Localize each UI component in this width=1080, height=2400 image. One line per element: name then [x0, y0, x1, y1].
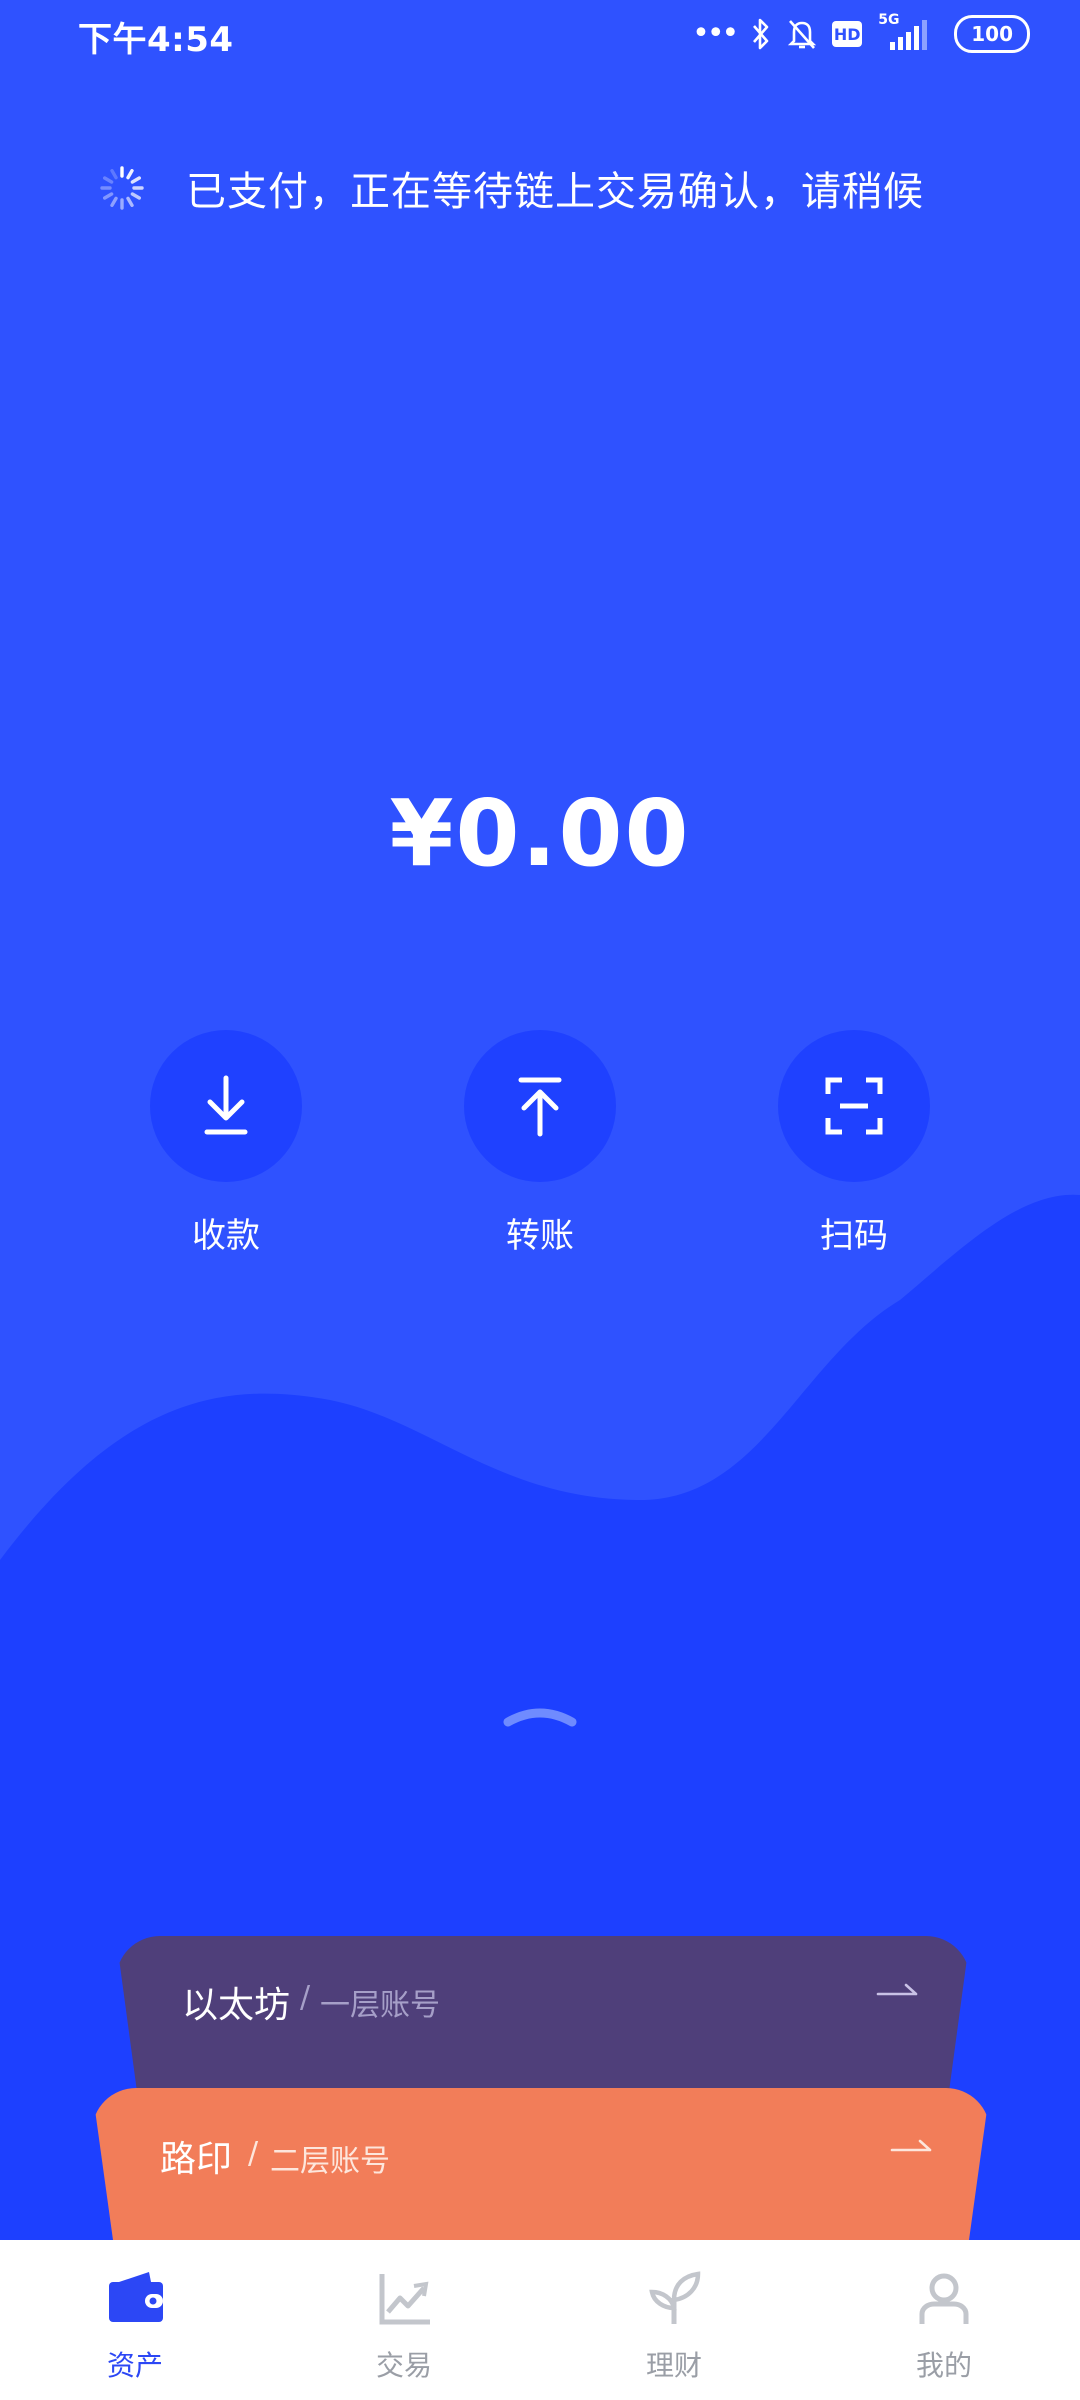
tab-trade[interactable]: 交易	[324, 2268, 484, 2384]
scan-icon	[825, 1077, 883, 1135]
tab-finance[interactable]: 理财	[594, 2268, 754, 2384]
receive-icon-circle[interactable]	[150, 1030, 302, 1182]
account-name: 以太坊	[182, 1985, 291, 2026]
status-bar: 下午4:54 ••• HD 5G 100	[0, 0, 1080, 70]
chevron-up-icon[interactable]	[502, 1700, 578, 1730]
scan-button[interactable]: 扫码	[778, 1030, 930, 1257]
total-balance: ¥0.00	[389, 780, 691, 887]
bottom-tab-bar: 资产 交易 理财 我的	[0, 2240, 1080, 2400]
account-name: 路印	[160, 2139, 233, 2180]
scan-label: 扫码	[820, 1216, 888, 1256]
scan-icon-circle[interactable]	[778, 1030, 930, 1182]
hd-icon: HD	[832, 21, 863, 47]
transfer-button[interactable]: 转账	[464, 1030, 616, 1257]
tab-label: 理财	[645, 2349, 702, 2382]
account-separator: /	[300, 1980, 311, 2015]
wallet-home-screen: 下午4:54 ••• HD 5G 100 已支付，正在等待链上交易确认，请稍候 …	[0, 0, 1080, 2400]
bluetooth-icon	[753, 18, 769, 50]
transfer-icon-circle[interactable]	[464, 1030, 616, 1182]
tab-mine[interactable]: 我的	[864, 2268, 1024, 2384]
tab-label: 交易	[375, 2349, 432, 2382]
loading-spinner-icon	[100, 166, 144, 210]
receive-label: 收款	[192, 1216, 260, 1256]
tab-label: 资产	[106, 2349, 163, 2382]
sprout-icon	[649, 2271, 701, 2324]
arrow-right-icon[interactable]	[890, 2138, 934, 2162]
tab-assets[interactable]: 资产	[55, 2268, 215, 2384]
download-icon	[204, 1075, 248, 1135]
receive-button[interactable]: 收款	[150, 1030, 302, 1257]
wallet-icon	[109, 2272, 163, 2322]
user-icon	[919, 2273, 969, 2324]
arrow-right-icon[interactable]	[876, 1982, 920, 2006]
transfer-label: 转账	[506, 1216, 574, 1256]
pending-transaction-banner: 已支付，正在等待链上交易确认，请稍候	[98, 160, 924, 216]
account-subtitle: 二层账号	[270, 2144, 390, 2179]
account-separator: /	[248, 2136, 259, 2171]
more-dots-icon: •••	[692, 16, 739, 51]
status-time: 下午4:54	[78, 20, 234, 60]
battery-indicator: 100	[954, 15, 1030, 53]
tab-label: 我的	[915, 2349, 972, 2382]
pending-message: 已支付，正在等待链上交易确认，请稍候	[186, 169, 924, 215]
chart-trend-icon	[379, 2274, 430, 2325]
cellular-5g-icon: 5G	[876, 12, 940, 52]
account-subtitle: 一层账号	[320, 1988, 440, 2023]
status-icons: ••• HD 5G 100	[692, 12, 1030, 54]
upload-icon	[518, 1077, 562, 1137]
bell-off-icon	[788, 20, 817, 49]
